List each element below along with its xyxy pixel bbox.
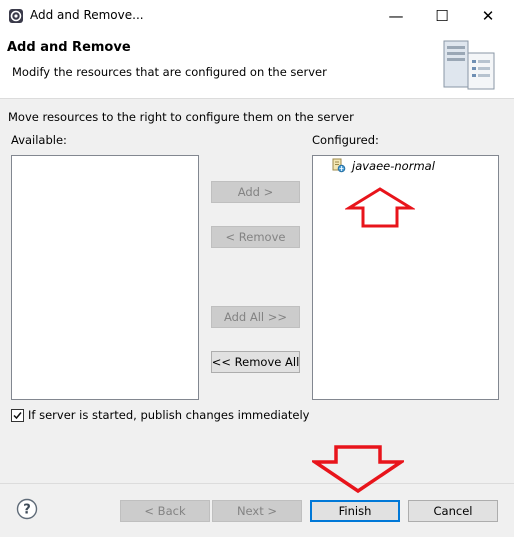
finish-button[interactable]: Finish bbox=[310, 500, 400, 522]
remove-button[interactable]: < Remove bbox=[211, 226, 300, 248]
instruction-text: Move resources to the right to configure… bbox=[8, 110, 354, 124]
add-all-button[interactable]: Add All >> bbox=[211, 306, 300, 328]
web-module-icon bbox=[331, 158, 346, 173]
close-button[interactable]: ✕ bbox=[465, 0, 511, 32]
up-arrow-annotation bbox=[343, 186, 417, 233]
down-arrow-annotation bbox=[309, 444, 407, 497]
svg-text:?: ? bbox=[23, 503, 31, 518]
arrow-shape bbox=[343, 187, 417, 228]
configured-label: Configured: bbox=[312, 133, 379, 147]
publish-checkbox-label: If server is started, publish changes im… bbox=[28, 408, 310, 422]
available-label: Available: bbox=[11, 133, 67, 147]
list-item[interactable]: javaee-normal bbox=[331, 158, 435, 173]
eclipse-gear-icon bbox=[8, 8, 24, 24]
remove-all-button[interactable]: << Remove All bbox=[211, 351, 300, 373]
minimize-button[interactable]: — bbox=[373, 0, 419, 32]
server-icon bbox=[440, 38, 498, 95]
add-button[interactable]: Add > bbox=[211, 181, 300, 203]
cancel-button[interactable]: Cancel bbox=[408, 500, 498, 522]
publish-option[interactable]: If server is started, publish changes im… bbox=[11, 408, 309, 422]
page-title: Add and Remove bbox=[7, 40, 131, 55]
available-list[interactable] bbox=[11, 155, 199, 400]
next-button[interactable]: Next > bbox=[212, 500, 302, 522]
list-item-label: javaee-normal bbox=[352, 158, 435, 173]
arrow-shape bbox=[309, 445, 407, 494]
window-title: Add and Remove... bbox=[30, 8, 144, 22]
back-button[interactable]: < Back bbox=[120, 500, 210, 522]
publish-checkbox[interactable] bbox=[11, 408, 24, 422]
maximize-button[interactable]: ☐ bbox=[419, 0, 465, 32]
help-icon[interactable]: ? bbox=[16, 498, 38, 523]
footer-divider bbox=[0, 483, 514, 484]
page-description: Modify the resources that are configured… bbox=[12, 65, 327, 79]
